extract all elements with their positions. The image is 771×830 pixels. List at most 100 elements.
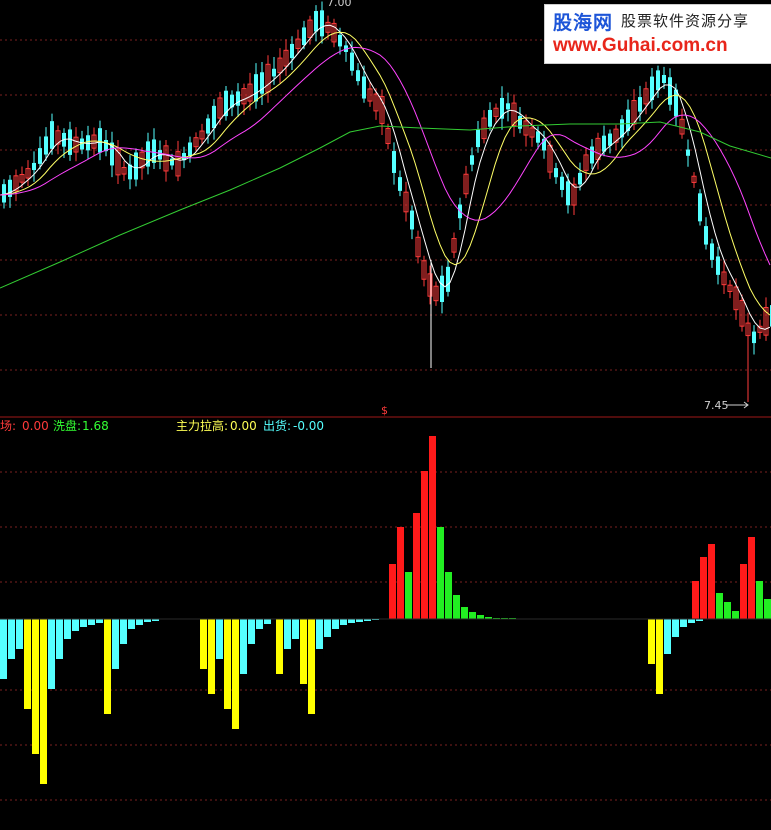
- indicator-bar-down: [240, 619, 247, 674]
- indicator-bar-up: [429, 436, 436, 619]
- indicator-bar-down: [680, 619, 687, 627]
- indicator-bar-down: [656, 619, 663, 694]
- indicator-bar-down: [32, 619, 39, 754]
- candle-body: [590, 146, 594, 164]
- indicator-bar-up: [397, 527, 404, 619]
- indicator-bar-down: [104, 619, 111, 714]
- indicator-bar-down: [216, 619, 223, 659]
- high-price-label: 7.00: [327, 0, 352, 9]
- indicator-bar-up: [413, 513, 420, 619]
- candle-body: [362, 76, 366, 99]
- candle-body: [38, 148, 42, 164]
- indicator-bar-up: [445, 572, 452, 619]
- indicator-bar-up: [708, 544, 715, 619]
- indicator-bar-up: [453, 595, 460, 619]
- indicator-bar-down: [292, 619, 299, 639]
- candle-body: [536, 131, 540, 143]
- indicator-bar-down: [332, 619, 339, 629]
- indicator-bar-down: [0, 619, 7, 679]
- candle-body: [350, 52, 354, 71]
- indicator-bar-up: [764, 599, 771, 619]
- indicator-bar-down: [208, 619, 215, 694]
- indicator-bar-down: [672, 619, 679, 637]
- candle-body: [710, 243, 714, 260]
- indicator-bar-down: [340, 619, 347, 625]
- indicator-bar-up: [477, 615, 484, 619]
- indicator-bar-up: [437, 527, 444, 619]
- candle-body: [518, 115, 522, 129]
- candle-body: [704, 226, 708, 245]
- candle-body: [320, 10, 324, 37]
- candle-body: [608, 133, 612, 146]
- candle-body: [314, 11, 318, 32]
- indicator-bar-down: [40, 619, 47, 784]
- signal-marker: $: [381, 404, 388, 417]
- candle-body: [410, 210, 414, 230]
- indicator-bar-down: [308, 619, 315, 714]
- indicator-bar-down: [88, 619, 95, 625]
- candle-body: [290, 43, 294, 59]
- chart-canvas: 7.00 7.45 $: [0, 0, 771, 801]
- candle-body: [578, 172, 582, 185]
- indicator-bar-down: [248, 619, 255, 644]
- indicator-bar-up: [389, 564, 396, 619]
- indicator-bar-down: [8, 619, 15, 659]
- watermark-url: www.Guhai.com.cn: [553, 35, 728, 56]
- indicator-bar-down: [316, 619, 323, 649]
- indicator-bar-up: [748, 537, 755, 619]
- indicator-bars: [0, 436, 771, 784]
- candle-body: [470, 155, 474, 165]
- candle-body: [338, 34, 342, 47]
- indicator-bar-up: [732, 611, 739, 619]
- indicator-legend: 退场: 0.00 洗盘: 1.68 主力拉高: 0.00 出货: -0.00: [0, 417, 771, 435]
- indicator-bar-down: [56, 619, 63, 659]
- exit-value: 0.00: [22, 419, 49, 433]
- indicator-bar-down: [16, 619, 23, 649]
- indicator-bar-down: [72, 619, 79, 631]
- distribution-value: -0.00: [293, 419, 325, 433]
- candle-body: [32, 162, 36, 171]
- indicator-bar-down: [688, 619, 695, 623]
- indicator-bar-down: [300, 619, 307, 684]
- indicator-bar-down: [224, 619, 231, 709]
- indicator-bar-down: [128, 619, 135, 629]
- indicator-bar-down: [324, 619, 331, 637]
- candle-body: [98, 128, 102, 153]
- indicator-bar-up: [700, 557, 707, 619]
- candle-body: [686, 149, 690, 156]
- indicator-bar-down: [120, 619, 127, 644]
- candle-body: [716, 256, 720, 275]
- candle-body: [392, 151, 396, 173]
- indicator-bar-down: [96, 619, 103, 623]
- indicator-bar-up: [716, 593, 723, 619]
- candle-body: [668, 77, 672, 105]
- distribution-label: 出货:: [263, 419, 292, 433]
- candle-body: [476, 129, 480, 148]
- indicator-bar-up: [756, 581, 763, 619]
- indicator-bar-down: [648, 619, 655, 664]
- candle-body: [446, 266, 450, 292]
- candle-body: [638, 97, 642, 112]
- candle-body: [356, 70, 360, 82]
- candle-body: [212, 105, 216, 129]
- exit-label: 退场:: [0, 419, 17, 433]
- candle-body: [302, 27, 306, 46]
- indicator-bar-up: [461, 607, 468, 619]
- indicator-bar-down: [232, 619, 239, 729]
- candle-body: [206, 118, 210, 134]
- candle-body: [566, 181, 570, 206]
- candle-body: [656, 70, 660, 91]
- pull-up-value: 0.00: [230, 419, 257, 433]
- indicator-bar-down: [80, 619, 87, 627]
- indicator-bar-up: [740, 564, 747, 619]
- ma-short-line: [0, 24, 771, 330]
- wash-value: 1.68: [82, 419, 109, 433]
- wash-label: 洗盘:: [53, 419, 82, 433]
- candle-body: [752, 331, 756, 344]
- candle-body: [506, 103, 510, 110]
- candle-body: [662, 75, 666, 83]
- candle-body: [152, 139, 156, 163]
- indicator-bar-down: [284, 619, 291, 649]
- watermark-tagline: 股票软件资源分享: [621, 12, 750, 30]
- candle-body: [254, 74, 258, 102]
